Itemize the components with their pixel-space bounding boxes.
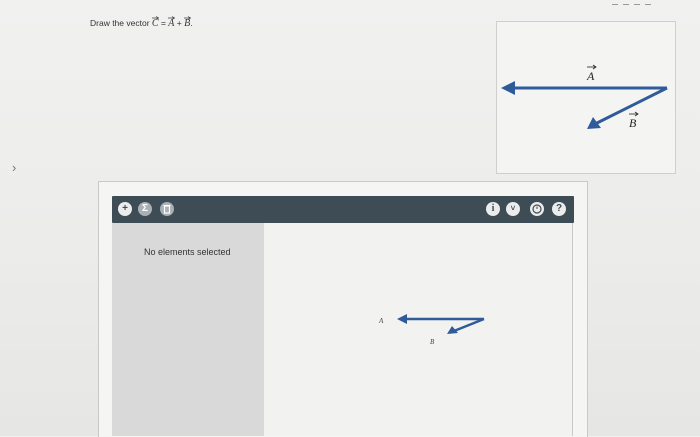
plus-sign: + [176,18,182,28]
equals-sign: = [160,18,166,28]
canvas-vector-b[interactable] [447,317,485,334]
canvas-label-b: B [430,338,435,346]
vector-b-arrow [587,86,668,129]
question-prompt: Draw the vector C = A + B . [90,16,193,29]
question-text: Draw the vector [90,18,150,28]
canvas-vector-a[interactable] [397,314,484,324]
vector-b-symbol: B [184,16,192,29]
clock-icon[interactable] [530,202,544,216]
element-properties-pane: No elements selected [112,223,264,436]
trash-icon[interactable] [160,202,174,216]
canvas-label-a: A [378,317,384,325]
help-button[interactable]: ? [552,202,566,216]
label-b: B [629,116,637,130]
drawing-toolbar: + Σ i ˅ ? [112,196,574,223]
sigma-icon[interactable]: Σ [138,202,152,216]
drawing-canvas[interactable]: A B [264,223,573,436]
vector-c-symbol: C [151,16,160,29]
chevron-down-icon[interactable]: ˅ [506,202,520,216]
vector-a-symbol: A [168,16,176,29]
info-icon[interactable]: i [486,202,500,216]
selection-status: No elements selected [144,247,231,257]
label-a: A [586,69,595,83]
plus-icon[interactable]: + [118,202,132,216]
top-pager [612,0,662,6]
vector-a-arrow [501,81,667,95]
chevron-right-icon[interactable]: › [12,160,16,175]
reference-figure: A B [496,21,676,174]
